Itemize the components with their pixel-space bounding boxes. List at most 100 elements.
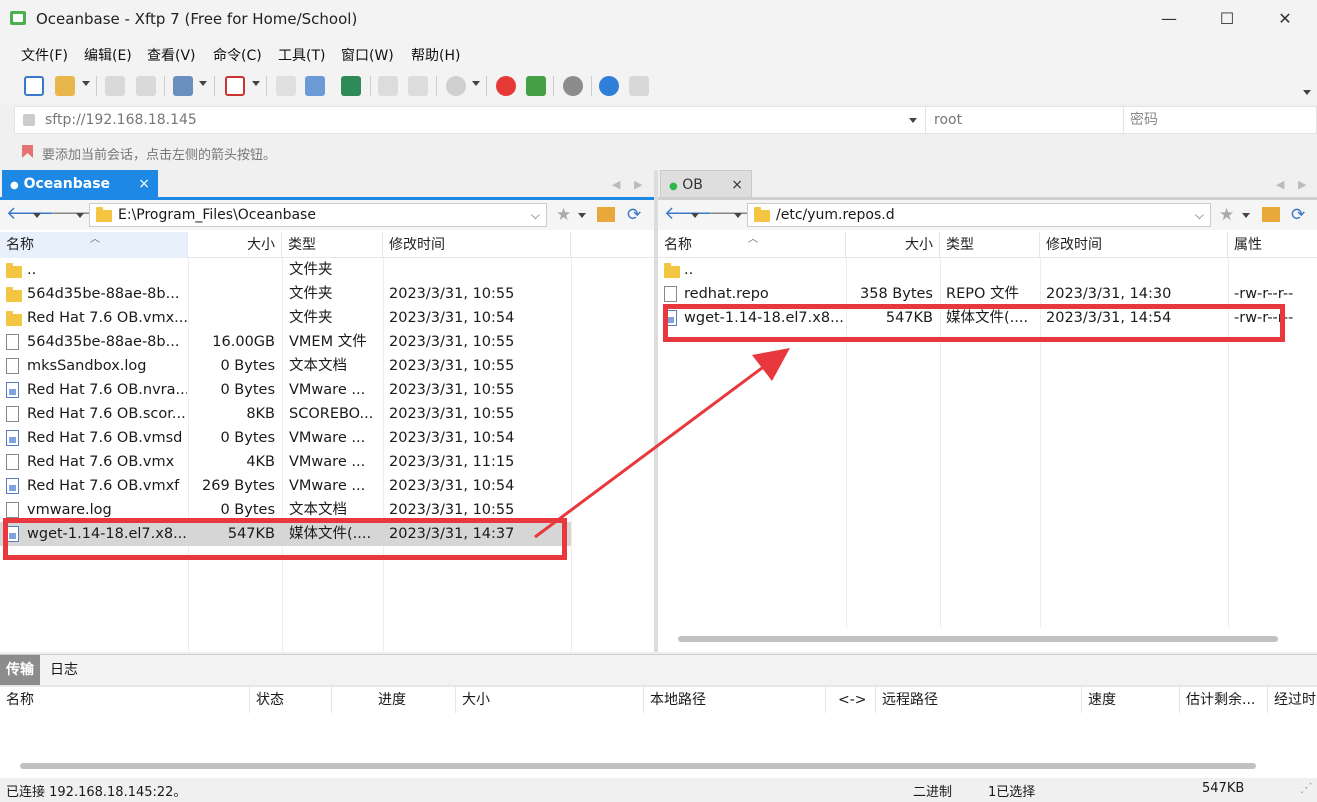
remote-file-row[interactable]: redhat.repo 358 Bytes REPO 文件 2023/3/31, 14… — [658, 282, 1317, 306]
back-icon[interactable]: 🡐 — [6, 205, 54, 223]
col-speed[interactable]: 速度 — [1082, 687, 1180, 713]
path-dropdown-icon[interactable]: ⌵ — [531, 204, 540, 226]
gear-icon[interactable] — [563, 76, 583, 96]
new-session-icon[interactable] — [24, 76, 44, 96]
local-file-row[interactable]: Red Hat 7.6 OB.scor... 8KB SCOREBO... 2023/… — [0, 402, 571, 426]
col-remote-path[interactable]: 远程路径 — [876, 687, 1082, 713]
maximize-button[interactable]: ☐ — [1204, 6, 1250, 32]
col-size[interactable]: 大小 — [846, 232, 940, 258]
col-mtime[interactable]: 修改时间 — [383, 232, 571, 258]
file-name: mksSandbox.log — [27, 358, 147, 374]
local-file-row[interactable]: 564d35be-88ae-8b... 16.00GB VMEM 文件 2023/3/… — [0, 330, 571, 354]
sync-icon[interactable] — [341, 76, 361, 96]
menu-window[interactable]: 窗口(W) — [341, 45, 394, 65]
filter-icon[interactable] — [446, 76, 466, 96]
home-icon[interactable] — [597, 207, 615, 222]
open-dropdown-icon[interactable] — [82, 81, 90, 86]
col-elapsed[interactable]: 经过时 — [1268, 687, 1317, 713]
col-transfer-status[interactable]: 状态 — [250, 687, 332, 713]
local-file-row[interactable]: Red Hat 7.6 OB.vmx... 文件夹 2023/3/31, 10:54 — [0, 306, 571, 330]
username-field[interactable]: root — [925, 107, 1120, 133]
toolbar-overflow-icon[interactable] — [1303, 90, 1311, 95]
menu-command[interactable]: 命令(C) — [213, 45, 262, 65]
tab-scroll-right-icon[interactable]: ▶ — [1298, 178, 1306, 191]
forward-dropdown-icon[interactable] — [76, 213, 84, 218]
col-transfer-name[interactable]: 名称 — [0, 687, 250, 713]
col-size[interactable]: 大小 — [188, 232, 282, 258]
copy-icon[interactable] — [378, 76, 398, 96]
local-file-row[interactable]: .. 文件夹 — [0, 258, 571, 282]
refresh-icon[interactable]: ⟳ — [1291, 205, 1305, 225]
filter-dropdown-icon[interactable] — [472, 81, 480, 86]
minimize-button[interactable]: — — [1146, 6, 1192, 32]
tab-log[interactable]: 日志 — [44, 655, 84, 685]
disconnect-icon[interactable] — [136, 76, 156, 96]
host-dropdown-icon[interactable] — [909, 118, 917, 123]
tab-transfer[interactable]: 传输 — [0, 655, 40, 685]
col-direction[interactable]: <-> — [826, 687, 876, 713]
col-transfer-size[interactable]: 大小 — [456, 687, 644, 713]
tab-ob[interactable]: ● OB × — [660, 170, 752, 198]
transfer-scrollbar[interactable] — [20, 763, 1256, 769]
connect-icon[interactable] — [105, 76, 125, 96]
xshell-icon[interactable] — [496, 76, 516, 96]
tab-close-icon[interactable]: × — [731, 171, 743, 199]
col-attr[interactable]: 属性 — [1228, 232, 1317, 258]
upload-icon[interactable] — [276, 76, 296, 96]
properties-dropdown-icon[interactable] — [199, 81, 207, 86]
back-dropdown-icon[interactable] — [691, 213, 699, 218]
local-path-input[interactable]: E:\Program_Files\Oceanbase ⌵ — [89, 203, 547, 227]
forward-dropdown-icon[interactable] — [734, 213, 742, 218]
bookmark-star-icon[interactable]: ★ — [1219, 205, 1234, 225]
tab-oceanbase[interactable]: ● Oceanbase × — [2, 170, 158, 198]
local-file-row[interactable]: mksSandbox.log 0 Bytes 文本文档 2023/3/31, 10:5… — [0, 354, 571, 378]
home-icon[interactable] — [1262, 207, 1280, 222]
host-input[interactable]: sftp://192.168.18.145 — [15, 107, 925, 133]
menu-view[interactable]: 查看(V) — [147, 45, 196, 65]
local-file-row[interactable]: Red Hat 7.6 OB.vmx 4KB VMware ... 2023/3/31… — [0, 450, 571, 474]
col-mtime[interactable]: 修改时间 — [1040, 232, 1228, 258]
xftp-icon[interactable] — [526, 76, 546, 96]
menu-help[interactable]: 帮助(H) — [411, 45, 460, 65]
properties-icon[interactable] — [173, 76, 193, 96]
refresh-icon[interactable]: ⟳ — [627, 205, 641, 225]
col-transfer-progress[interactable]: 进度 — [332, 687, 456, 713]
col-local-path[interactable]: 本地路径 — [644, 687, 826, 713]
menu-tools[interactable]: 工具(T) — [278, 45, 325, 65]
col-type[interactable]: 类型 — [282, 232, 383, 258]
annotation-box-remote — [663, 304, 1285, 342]
menu-edit[interactable]: 编辑(E) — [84, 45, 132, 65]
menu-file[interactable]: 文件(F) — [21, 45, 68, 65]
tab-close-icon[interactable]: × — [138, 170, 150, 198]
file-name: 564d35be-88ae-8b... — [27, 334, 180, 350]
bookmark-star-icon[interactable]: ★ — [556, 205, 571, 225]
open-folder-icon[interactable] — [55, 76, 75, 96]
paste-icon[interactable] — [408, 76, 428, 96]
terminal-dropdown-icon[interactable] — [252, 81, 260, 86]
col-eta[interactable]: 估计剩余... — [1180, 687, 1268, 713]
bookmark-flag-icon[interactable] — [20, 144, 34, 160]
bookmark-dropdown-icon[interactable] — [578, 213, 586, 218]
path-dropdown-icon[interactable]: ⌵ — [1195, 204, 1204, 226]
help-icon[interactable] — [599, 76, 619, 96]
close-button[interactable]: ✕ — [1262, 6, 1308, 32]
remote-file-row[interactable]: .. — [658, 258, 1317, 282]
password-field[interactable]: 密码 — [1123, 107, 1317, 133]
tab-scroll-left-icon[interactable]: ◀ — [1276, 178, 1284, 191]
remote-path-input[interactable]: /etc/yum.repos.d ⌵ — [747, 203, 1211, 227]
terminal-icon[interactable] — [225, 76, 245, 96]
resize-grip-icon[interactable]: ⋰ — [1300, 781, 1313, 796]
local-file-row[interactable]: Red Hat 7.6 OB.vmxf 269 Bytes VMware ... 20… — [0, 474, 571, 498]
chat-icon[interactable] — [629, 76, 649, 96]
local-file-row[interactable]: Red Hat 7.6 OB.nvra... 0 Bytes VMware ... 2… — [0, 378, 571, 402]
local-file-row[interactable]: Red Hat 7.6 OB.vmsd 0 Bytes VMware ... 2023… — [0, 426, 571, 450]
horizontal-scrollbar[interactable] — [678, 636, 1278, 642]
tab-scroll-left-icon[interactable]: ◀ — [612, 178, 620, 191]
bookmark-dropdown-icon[interactable] — [1242, 213, 1250, 218]
back-icon[interactable]: 🡐 — [664, 205, 712, 223]
local-file-row[interactable]: 564d35be-88ae-8b... 文件夹 2023/3/31, 10:55 — [0, 282, 571, 306]
col-type[interactable]: 类型 — [940, 232, 1040, 258]
back-dropdown-icon[interactable] — [33, 213, 41, 218]
tab-scroll-right-icon[interactable]: ▶ — [634, 178, 642, 191]
download-icon[interactable] — [305, 76, 325, 96]
